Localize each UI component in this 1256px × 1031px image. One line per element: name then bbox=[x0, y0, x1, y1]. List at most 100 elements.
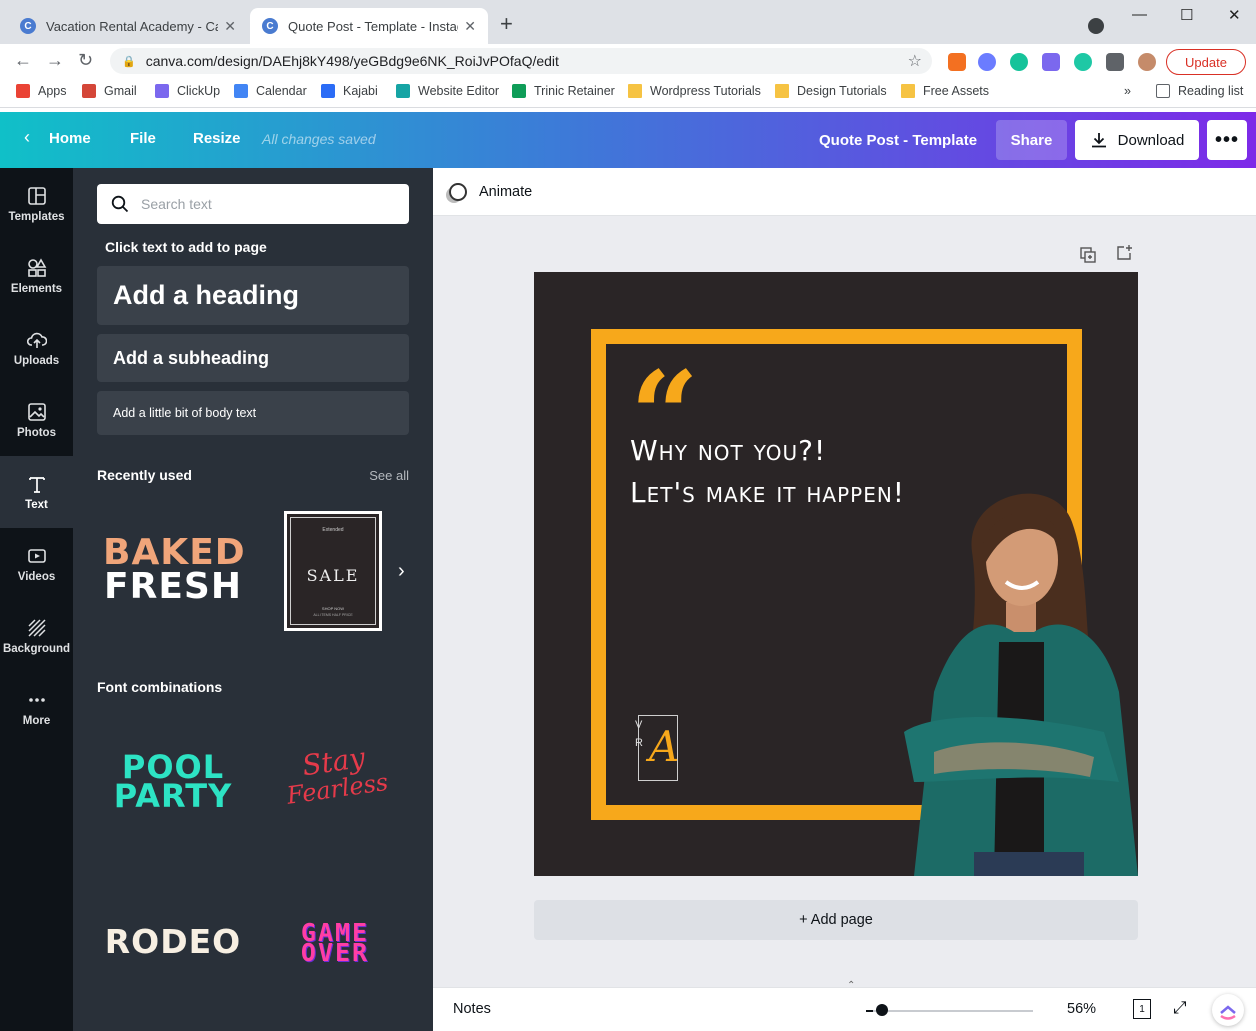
url-bar[interactable]: 🔒 canva.com/design/DAEhj8kY498/yeGBdg9e6… bbox=[110, 48, 932, 74]
rail-item-text[interactable]: Text bbox=[0, 456, 73, 528]
back-icon[interactable]: ← bbox=[14, 50, 32, 71]
update-button[interactable]: Update bbox=[1166, 49, 1246, 75]
over-text: OVER bbox=[300, 938, 370, 967]
animate-icon bbox=[449, 182, 467, 201]
rail-item-photos[interactable]: Photos bbox=[0, 384, 73, 456]
download-button[interactable]: Download bbox=[1075, 120, 1199, 160]
combo-game-over[interactable]: GAME OVER bbox=[271, 920, 399, 967]
combo-stay-fearless[interactable]: Stay Fearless bbox=[265, 739, 406, 811]
clickup-icon bbox=[155, 84, 169, 98]
add-heading-button[interactable]: Add a heading bbox=[97, 266, 409, 325]
rail-item-elements[interactable]: Elements bbox=[0, 240, 73, 312]
close-tab-icon[interactable]: ✕ bbox=[464, 18, 476, 35]
share-button[interactable]: Share bbox=[996, 120, 1067, 160]
folder-icon bbox=[775, 84, 789, 98]
sheets-icon bbox=[512, 84, 526, 98]
bookmark-apps[interactable]: Apps bbox=[16, 84, 67, 98]
text-icon bbox=[28, 476, 45, 493]
clickup-extension-icon[interactable] bbox=[1042, 53, 1060, 71]
zoom-slider[interactable] bbox=[873, 1010, 1033, 1012]
notes-button[interactable]: Notes bbox=[453, 1001, 491, 1017]
font-combinations-heading: Font combinations bbox=[97, 679, 223, 695]
bookmark-calendar[interactable]: Calendar bbox=[234, 84, 307, 98]
folder-icon bbox=[628, 84, 642, 98]
recently-used-heading: Recently used bbox=[97, 467, 192, 483]
left-rail: Templates Elements Uploads Photos Text V… bbox=[0, 168, 73, 1031]
tab-search-icon[interactable] bbox=[1088, 18, 1104, 34]
browser-tab-active[interactable]: C Quote Post - Template - Instagram ✕ bbox=[250, 8, 488, 44]
search-icon bbox=[111, 195, 129, 213]
add-page-icon[interactable] bbox=[1115, 244, 1133, 262]
home-button[interactable]: Home bbox=[49, 130, 91, 147]
bookmark-clickup[interactable]: ClickUp bbox=[155, 84, 220, 98]
forward-icon[interactable]: → bbox=[46, 50, 64, 71]
see-all-link[interactable]: See all bbox=[369, 468, 409, 483]
chevron-right-icon[interactable]: › bbox=[398, 560, 405, 583]
quote-line-1[interactable]: Why not you?! bbox=[630, 434, 826, 467]
grammarly-icon[interactable] bbox=[1010, 53, 1028, 71]
apps-grid-icon bbox=[16, 84, 30, 98]
combo-rodeo[interactable]: RODEO bbox=[103, 922, 243, 961]
document-title[interactable]: Quote Post - Template bbox=[819, 132, 977, 149]
recent-sale-tile[interactable]: Extended SALE SHOP NOW ALL ITEMS HALF PR… bbox=[284, 511, 382, 631]
close-window-icon[interactable]: ✕ bbox=[1228, 6, 1241, 24]
add-page-button[interactable]: + Add page bbox=[534, 900, 1138, 940]
bookmark-gmail[interactable]: Gmail bbox=[82, 84, 137, 98]
canva-favicon-icon: C bbox=[262, 18, 278, 34]
new-tab-button[interactable]: + bbox=[500, 13, 513, 35]
fullscreen-icon[interactable]: ⤢ bbox=[1173, 998, 1187, 1018]
rail-item-background[interactable]: Background bbox=[0, 600, 73, 672]
more-bookmarks-button[interactable]: » bbox=[1124, 84, 1131, 98]
bottom-bar: Notes 56% 1 ⤢ bbox=[433, 987, 1256, 1031]
extension-icon[interactable] bbox=[978, 53, 996, 71]
bookmark-star-icon[interactable]: ☆ bbox=[908, 51, 922, 71]
animate-button[interactable]: Animate bbox=[479, 184, 532, 200]
browser-tab[interactable]: C Vacation Rental Academy - Canva ✕ bbox=[8, 8, 248, 44]
extension-icon[interactable] bbox=[1074, 53, 1092, 71]
bookmark-folder[interactable]: Design Tutorials bbox=[775, 84, 887, 98]
design-canvas[interactable]: “ Why not you?! Let's make it happen! V … bbox=[534, 272, 1138, 876]
search-input[interactable] bbox=[141, 196, 391, 212]
chevron-left-icon[interactable]: ‹ bbox=[24, 127, 30, 148]
file-menu[interactable]: File bbox=[130, 130, 156, 147]
zoom-slider-handle[interactable] bbox=[876, 1004, 888, 1016]
recent-baked-text: BAKED bbox=[103, 532, 246, 573]
sale-top-text: Extended bbox=[322, 527, 344, 533]
close-tab-icon[interactable]: ✕ bbox=[224, 18, 236, 35]
rail-item-templates[interactable]: Templates bbox=[0, 168, 73, 240]
puzzle-icon[interactable] bbox=[1106, 53, 1124, 71]
bookmark-folder[interactable]: Wordpress Tutorials bbox=[628, 84, 761, 98]
cloud-upload-icon bbox=[26, 332, 47, 348]
bookmark-trinic[interactable]: Trinic Retainer bbox=[512, 84, 615, 98]
bookmark-website-editor[interactable]: Website Editor bbox=[396, 84, 499, 98]
duplicate-page-icon[interactable] bbox=[1079, 246, 1097, 264]
clickup-widget-icon[interactable] bbox=[1212, 994, 1244, 1026]
add-subheading-button[interactable]: Add a subheading bbox=[97, 334, 409, 382]
rail-item-videos[interactable]: Videos bbox=[0, 528, 73, 600]
bookmark-folder[interactable]: Free Assets bbox=[901, 84, 989, 98]
quote-line-2[interactable]: Let's make it happen! bbox=[630, 476, 905, 509]
minimize-icon[interactable]: — bbox=[1132, 6, 1147, 23]
recent-text-baked-fresh[interactable]: BAKED FRESH bbox=[103, 532, 246, 605]
rail-item-more[interactable]: More bbox=[0, 672, 73, 744]
more-options-button[interactable]: ••• bbox=[1207, 120, 1247, 160]
resize-button[interactable]: Resize bbox=[193, 130, 241, 147]
rail-item-uploads[interactable]: Uploads bbox=[0, 312, 73, 384]
reading-list[interactable]: Reading list bbox=[1156, 84, 1243, 98]
gmail-icon bbox=[82, 84, 96, 98]
url-text: canva.com/design/DAEhj8kY498/yeGBdg9e6NK… bbox=[145, 53, 559, 69]
bookmark-kajabi[interactable]: Kajabi bbox=[321, 84, 378, 98]
reload-icon[interactable]: ↻ bbox=[78, 50, 93, 71]
extension-icon[interactable] bbox=[948, 53, 966, 71]
page-count-icon[interactable]: 1 bbox=[1133, 999, 1151, 1019]
zoom-level[interactable]: 56% bbox=[1067, 1001, 1096, 1017]
vra-logo[interactable]: V R A bbox=[635, 715, 679, 781]
tab-title: Quote Post - Template - Instagram bbox=[288, 18, 458, 34]
add-body-text-button[interactable]: Add a little bit of body text bbox=[97, 391, 409, 435]
combo-pool-party[interactable]: POOL PARTY bbox=[103, 751, 243, 815]
profile-avatar[interactable] bbox=[1138, 53, 1156, 71]
person-photo[interactable] bbox=[894, 482, 1138, 876]
search-box[interactable] bbox=[97, 184, 409, 224]
maximize-icon[interactable]: ☐ bbox=[1180, 6, 1193, 24]
party-text: PARTY bbox=[113, 777, 233, 815]
